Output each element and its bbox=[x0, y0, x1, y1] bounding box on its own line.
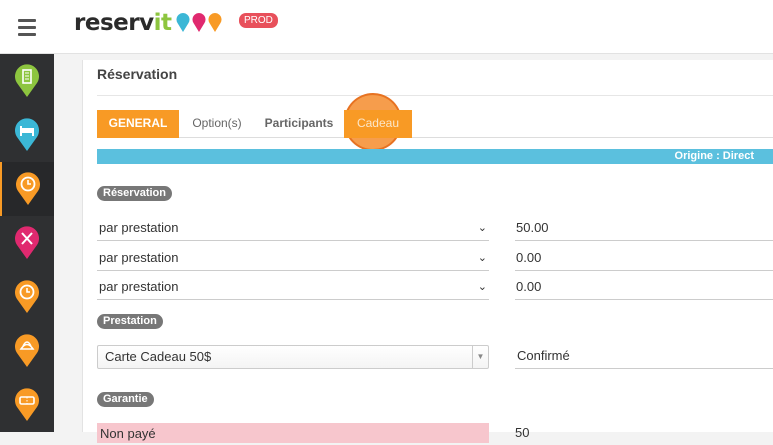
sidebar-item-spa[interactable] bbox=[0, 324, 54, 378]
spa-pin-icon bbox=[15, 334, 40, 367]
chevron-down-icon: ⌄ bbox=[477, 252, 487, 264]
select-value: Carte Cadeau 50$ bbox=[105, 349, 212, 364]
divider bbox=[97, 95, 773, 96]
sidebar-item-restaurant[interactable] bbox=[0, 216, 54, 270]
building-pin-icon bbox=[15, 64, 40, 97]
amount-field-3[interactable]: 0.00 bbox=[515, 275, 773, 300]
tab-cadeau[interactable]: Cadeau bbox=[344, 110, 412, 138]
pricing-mode-select-1[interactable]: par prestation ⌄ bbox=[97, 216, 489, 241]
page-title: Réservation bbox=[97, 66, 178, 82]
section-badge-reservation: Réservation bbox=[97, 186, 172, 201]
dropdown-arrow-icon[interactable]: ▼ bbox=[472, 346, 488, 368]
section-badge-garantie: Garantie bbox=[97, 392, 154, 407]
amount-field-2[interactable]: 0.00 bbox=[515, 246, 773, 271]
chevron-down-icon: ⌄ bbox=[477, 281, 487, 293]
tab-participants[interactable]: Participants bbox=[259, 110, 339, 138]
section-badge-prestation: Prestation bbox=[97, 314, 163, 329]
sidebar-item-activities[interactable] bbox=[0, 162, 54, 216]
status-field[interactable]: Confirmé bbox=[515, 344, 773, 369]
top-bar: reservit PROD bbox=[0, 0, 773, 54]
origin-bar: Origine : Direct bbox=[97, 149, 773, 164]
prestation-select[interactable]: Carte Cadeau 50$ ▼ bbox=[97, 345, 489, 369]
environment-badge: PROD bbox=[239, 13, 278, 28]
select-value: par prestation bbox=[99, 279, 179, 294]
reservation-panel: Réservation GENERAL Option(s) Participan… bbox=[82, 60, 773, 443]
payment-status-field[interactable]: Non payé bbox=[97, 423, 489, 443]
tab-options[interactable]: Option(s) bbox=[183, 110, 251, 138]
bed-pin-icon bbox=[15, 118, 40, 151]
tab-bar: GENERAL Option(s) Participants bbox=[97, 110, 773, 138]
sidebar-item-rooms[interactable] bbox=[0, 108, 54, 162]
amount-field-1[interactable]: 50.00 bbox=[515, 216, 773, 241]
chevron-down-icon: ⌄ bbox=[477, 222, 487, 234]
sidebar-item-tickets[interactable] bbox=[0, 378, 54, 432]
sidebar-item-hotel[interactable] bbox=[0, 54, 54, 108]
logo-pins-icon bbox=[176, 13, 222, 33]
clock-pin-icon bbox=[15, 280, 40, 313]
tab-general[interactable]: GENERAL bbox=[97, 110, 179, 138]
ticket-pin-icon bbox=[15, 388, 40, 421]
hamburger-menu-icon[interactable] bbox=[0, 0, 54, 54]
restaurant-pin-icon bbox=[15, 226, 40, 259]
sidebar bbox=[0, 54, 54, 432]
select-value: par prestation bbox=[99, 220, 179, 235]
sidebar-item-events[interactable] bbox=[0, 270, 54, 324]
clock-pin-icon bbox=[16, 172, 40, 205]
pricing-mode-select-3[interactable]: par prestation ⌄ bbox=[97, 275, 489, 300]
garantie-amount[interactable]: 50 bbox=[515, 425, 529, 440]
select-value: par prestation bbox=[99, 250, 179, 265]
pricing-mode-select-2[interactable]: par prestation ⌄ bbox=[97, 246, 489, 271]
reservit-logo[interactable]: reservit bbox=[74, 10, 172, 36]
